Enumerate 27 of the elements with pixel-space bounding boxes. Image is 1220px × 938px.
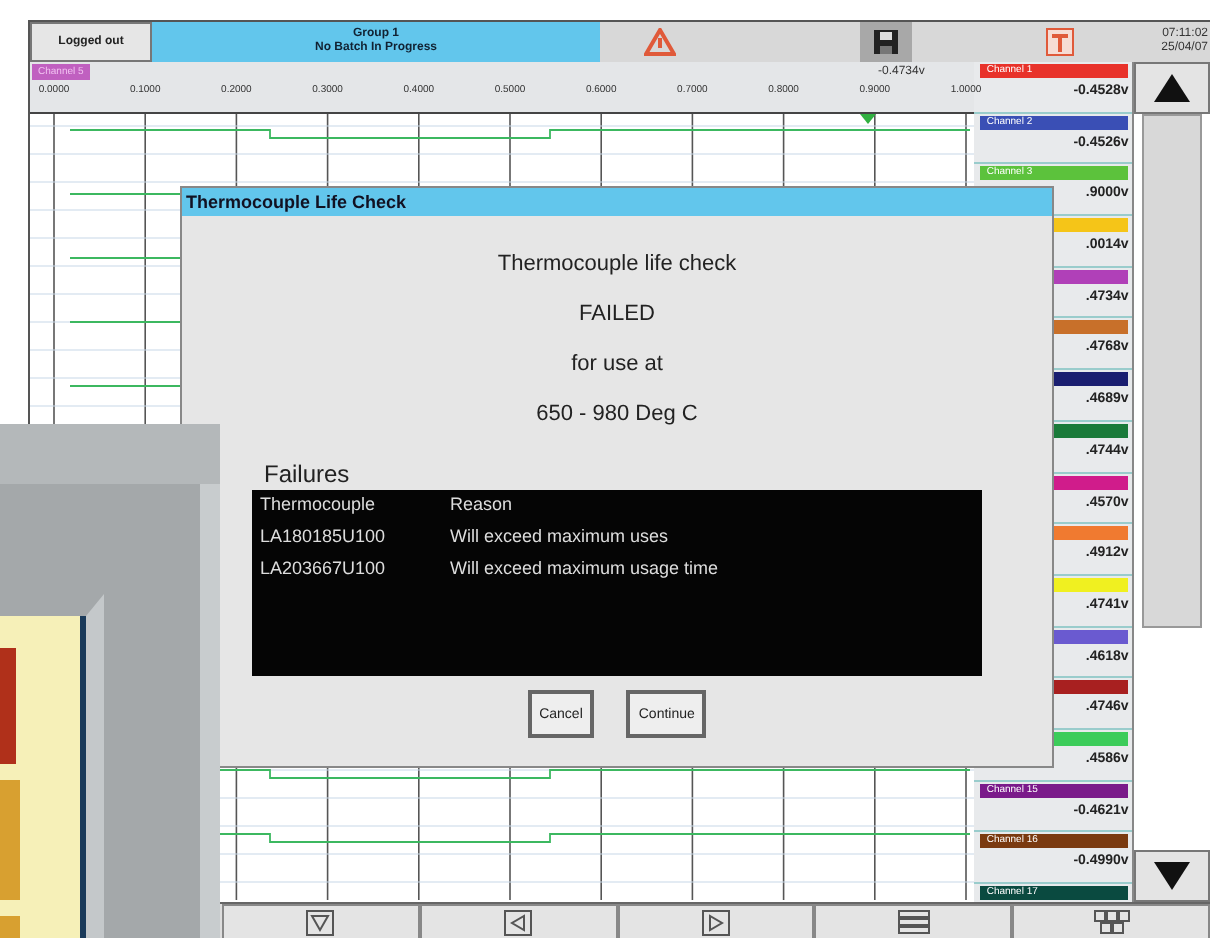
- scroll-thumb[interactable]: [1142, 114, 1202, 628]
- grid-icon: [1093, 910, 1130, 934]
- dialog-message: for use at: [571, 352, 663, 376]
- toolbar-button[interactable]: [617, 904, 815, 938]
- toolbar-button[interactable]: [814, 904, 1013, 938]
- scroll-down-button[interactable]: [1134, 850, 1210, 902]
- warning-icon: [644, 28, 676, 56]
- list-cell-text: LA203667U100: [260, 558, 388, 582]
- list-cell-text: LA180185U100: [260, 526, 388, 550]
- dialog-message: Thermocouple life check: [497, 252, 737, 276]
- up-arrow-icon: [1154, 74, 1191, 102]
- toolbar-button[interactable]: [419, 904, 618, 938]
- toolbar-button[interactable]: [222, 904, 420, 938]
- list-cell-text: Will exceed maximum usage time: [450, 558, 721, 582]
- menu-icon: [897, 910, 930, 934]
- thermocouple-icon: [1046, 28, 1074, 56]
- dialog-message: FAILED: [579, 302, 655, 326]
- dialog-message: 650 - 980 Deg C: [536, 402, 698, 426]
- scroll-up-button[interactable]: [1134, 62, 1210, 114]
- list-cell-text: Will exceed maximum uses: [450, 526, 671, 550]
- column-header: Reason: [450, 494, 515, 518]
- column-header: Thermocouple: [260, 494, 378, 518]
- toolbar-button[interactable]: [1012, 904, 1210, 938]
- down-triangle-icon: [306, 909, 335, 935]
- dialog-title: Thermocouple Life Check: [182, 188, 1052, 216]
- failures-label: Failures: [264, 460, 350, 488]
- down-arrow-icon: [1154, 862, 1191, 890]
